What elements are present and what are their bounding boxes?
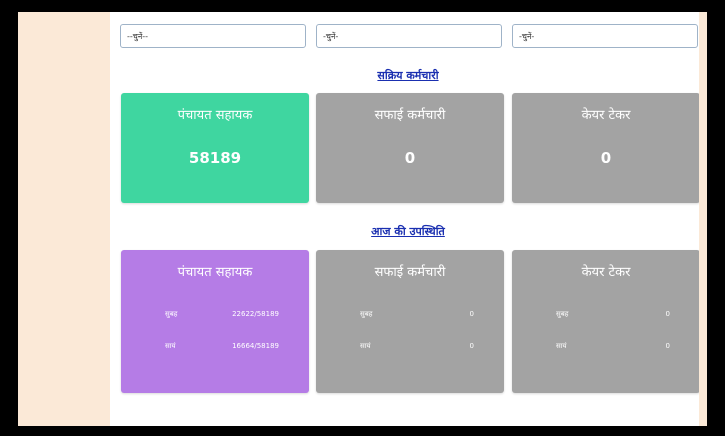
- main-content: --चुनें-- -चुनें- -चुनें- सक्रिय कर्मचार…: [117, 12, 707, 426]
- card-care-taker[interactable]: केयर टेकर 0: [512, 93, 700, 203]
- attendance-card-care-taker[interactable]: केयर टेकर सुबह 0 सायं 0: [512, 250, 700, 393]
- card-title: पंचायत सहायक: [177, 265, 253, 280]
- section-title-attendance[interactable]: आज की उपस्थिति: [117, 224, 699, 239]
- attendance-card-safai-karmachari[interactable]: सफाई कर्मचारी सुबह 0 सायं 0: [316, 250, 504, 393]
- card-title: सफाई कर्मचारी: [374, 265, 446, 280]
- card-safai-karmachari[interactable]: सफाई कर्मचारी 0: [316, 93, 504, 203]
- filter-select-3[interactable]: -चुनें-: [512, 24, 698, 48]
- card-count: 58189: [188, 149, 242, 167]
- card-panchayat-sahayak[interactable]: पंचायत सहायक 58189: [121, 93, 309, 203]
- card-title: सफाई कर्मचारी: [374, 108, 446, 123]
- app-frame: --चुनें-- -चुनें- -चुनें- सक्रिय कर्मचार…: [18, 12, 707, 426]
- right-edge-strip: [699, 12, 707, 426]
- evening-label: सायं: [360, 342, 371, 350]
- sidebar: [18, 12, 110, 426]
- card-title: पंचायत सहायक: [177, 108, 253, 123]
- dashboard-panel: --चुनें-- -चुनें- -चुनें- सक्रिय कर्मचार…: [117, 12, 700, 426]
- card-title: केयर टेकर: [581, 265, 631, 280]
- card-title: केयर टेकर: [581, 108, 631, 123]
- evening-value: 0: [469, 342, 474, 350]
- filter-select-1[interactable]: --चुनें--: [120, 24, 306, 48]
- morning-value: 0: [665, 310, 670, 318]
- morning-label: सुबह: [165, 310, 178, 318]
- morning-value: 0: [469, 310, 474, 318]
- morning-label: सुबह: [556, 310, 569, 318]
- evening-label: सायं: [165, 342, 176, 350]
- card-count: 0: [600, 149, 612, 167]
- attendance-card-panchayat-sahayak[interactable]: पंचायत सहायक सुबह 22622/58189 सायं 16664…: [121, 250, 309, 393]
- section-title-active-staff[interactable]: सक्रिय कर्मचारी: [117, 68, 699, 83]
- evening-value: 16664/58189: [232, 342, 279, 350]
- filter-select-2[interactable]: -चुनें-: [316, 24, 502, 48]
- morning-label: सुबह: [360, 310, 373, 318]
- morning-value: 22622/58189: [232, 310, 279, 318]
- card-count: 0: [404, 149, 416, 167]
- evening-value: 0: [665, 342, 670, 350]
- evening-label: सायं: [556, 342, 567, 350]
